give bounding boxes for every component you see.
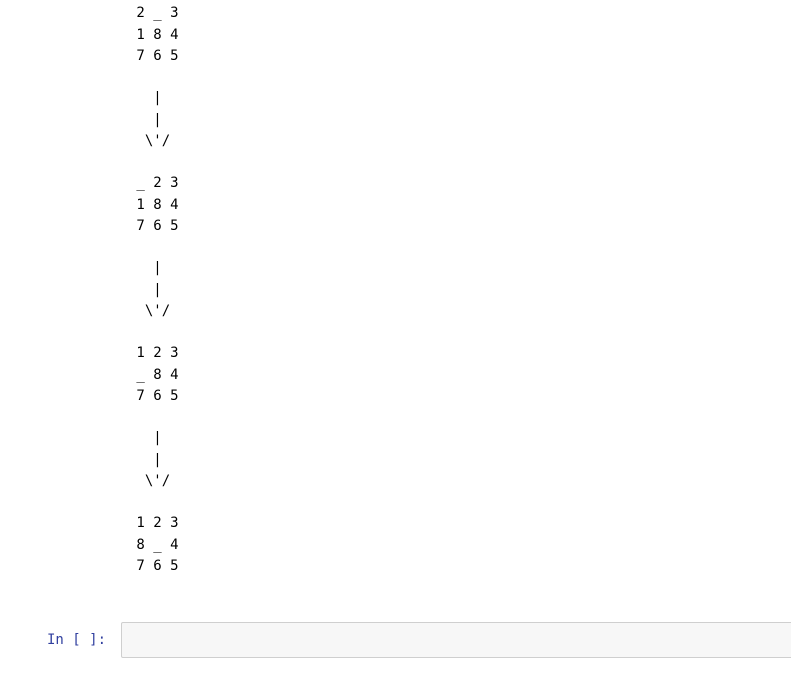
input-prompt: In [ ]: <box>47 632 107 648</box>
code-input-editor[interactable] <box>121 622 791 658</box>
cell-output-text: /\ 2 _ 3 1 8 4 7 6 5 | | \'/ _ 2 3 1 8 4… <box>136 5 179 574</box>
code-cell[interactable]: In [ ]: <box>0 621 791 661</box>
